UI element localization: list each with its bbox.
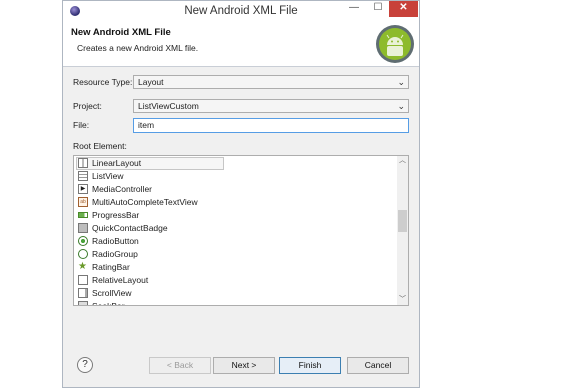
root-element-item[interactable]: QuickContactBadge (76, 222, 396, 235)
radio-button-icon (78, 236, 88, 246)
root-element-item[interactable]: LinearLayout (76, 157, 396, 170)
scroll-down-arrow-icon[interactable]: ﹀ (397, 295, 408, 305)
banner-title: New Android XML File (71, 27, 171, 38)
chevron-down-icon: ⌄ (397, 77, 405, 87)
scroll-view-icon (78, 288, 88, 298)
wizard-banner: New Android XML File Creates a new Andro… (63, 22, 419, 67)
title-bar: New Android XML File — ☐ ✕ (63, 1, 419, 22)
dialog-window: New Android XML File — ☐ ✕ New Android X… (62, 0, 420, 388)
project-value: ListViewCustom (138, 101, 199, 111)
back-button[interactable]: < Back (149, 357, 211, 374)
finish-button[interactable]: Finish (279, 357, 341, 374)
window-title: New Android XML File (184, 5, 298, 17)
project-label: Project: (73, 101, 102, 111)
root-element-label: RelativeLayout (92, 275, 149, 285)
media-controller-icon: ▶ (78, 184, 88, 194)
root-element-label: SeekBar (92, 301, 125, 306)
file-label: File: (73, 120, 90, 130)
next-button[interactable]: Next > (213, 357, 275, 374)
relative-layout-icon (78, 275, 88, 285)
root-element-label: RadioGroup (92, 249, 138, 259)
root-element-item[interactable]: ★ RatingBar (76, 261, 396, 274)
root-element-label: QuickContactBadge (92, 223, 168, 233)
root-element-item[interactable]: ListView (76, 170, 396, 183)
root-element-label: ScrollView (92, 288, 132, 298)
root-element-list[interactable]: LinearLayout ListView ▶ MediaController ab Mu… (73, 155, 409, 306)
root-element-label: Root Element: (73, 141, 127, 151)
root-element-label: RatingBar (92, 262, 130, 272)
root-element-item[interactable]: RelativeLayout (76, 274, 396, 287)
close-button[interactable]: ✕ (389, 1, 418, 17)
root-element-item[interactable]: SeekBar (76, 300, 396, 306)
radio-group-icon (78, 249, 88, 259)
resource-type-select[interactable]: Layout ⌄ (133, 75, 409, 89)
maximize-button[interactable]: ☐ (367, 1, 389, 17)
root-element-item[interactable]: RadioButton (76, 235, 396, 248)
list-view-icon (78, 171, 88, 181)
list-scrollbar[interactable]: ︿ ﹀ (397, 156, 408, 305)
quick-contact-badge-icon (78, 223, 88, 233)
root-element-label: ListView (92, 171, 124, 181)
root-element-item[interactable]: RadioGroup (76, 248, 396, 261)
root-element-item[interactable]: ▶ MediaController (76, 183, 396, 196)
root-element-label: MediaController (92, 184, 152, 194)
android-logo-icon (376, 25, 414, 63)
resource-type-value: Layout (138, 77, 164, 87)
root-element-label: RadioButton (92, 236, 139, 246)
root-element-label: ProgressBar (92, 210, 140, 220)
scroll-up-arrow-icon[interactable]: ︿ (397, 156, 408, 166)
project-select[interactable]: ListViewCustom ⌄ (133, 99, 409, 113)
root-element-label: MultiAutoCompleteTextView (92, 197, 198, 207)
multi-autocomplete-icon: ab (78, 197, 88, 207)
chevron-down-icon: ⌄ (397, 101, 405, 111)
linear-layout-icon (78, 158, 88, 168)
help-button[interactable]: ? (77, 357, 93, 373)
file-name-input[interactable]: item (133, 118, 409, 133)
root-element-item[interactable]: ab MultiAutoCompleteTextView (76, 196, 396, 209)
cancel-button[interactable]: Cancel (347, 357, 409, 374)
resource-type-label: Resource Type: (73, 77, 133, 87)
rating-bar-icon: ★ (78, 261, 87, 272)
minimize-button[interactable]: — (343, 1, 365, 17)
banner-description: Creates a new Android XML file. (77, 43, 199, 53)
scroll-thumb[interactable] (398, 210, 407, 232)
root-element-item[interactable]: ProgressBar (76, 209, 396, 222)
seek-bar-icon (78, 301, 88, 305)
progress-bar-icon (78, 212, 88, 218)
root-element-label: LinearLayout (92, 158, 142, 168)
root-element-item[interactable]: ScrollView (76, 287, 396, 300)
